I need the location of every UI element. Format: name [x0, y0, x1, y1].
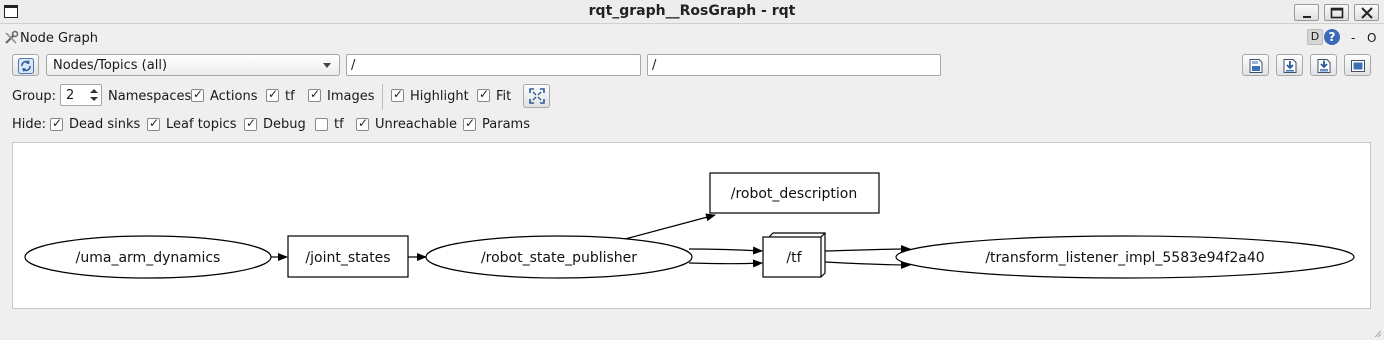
- exclude-filter-input[interactable]: /: [647, 54, 941, 76]
- topic-joint-states[interactable]: /joint_states: [287, 235, 409, 278]
- graph-mode-value: Nodes/Topics (all): [53, 58, 168, 73]
- tf-group-label: tf: [285, 89, 295, 104]
- checkmark-icon: ✓: [479, 87, 490, 101]
- maximize-button[interactable]: [1324, 4, 1349, 21]
- checkmark-icon: ✓: [52, 116, 63, 130]
- fit-in-view-button[interactable]: [523, 84, 550, 108]
- topic-tf[interactable]: /tf: [762, 232, 826, 278]
- node-robot-state-publisher[interactable]: /robot_state_publisher: [425, 235, 693, 279]
- unreachable-label: Unreachable: [375, 117, 457, 132]
- save-dot-button[interactable]: [1276, 54, 1303, 76]
- save-svg-button[interactable]: [1310, 54, 1337, 76]
- checkmark-icon: ✓: [310, 87, 321, 101]
- debug-checkbox[interactable]: ✓: [244, 116, 257, 131]
- plugin-header: Node Graph D ? - O: [0, 28, 1384, 48]
- params-label: Params: [482, 117, 530, 132]
- refresh-button[interactable]: [12, 54, 39, 76]
- graph-options-row: Group: 2 Namespaces ✓ Actions ✓ tf ✓ Ima…: [0, 84, 1384, 110]
- minimize-icon: [1303, 16, 1311, 18]
- group-depth-value: 2: [66, 88, 75, 103]
- maximize-icon: [1330, 7, 1344, 19]
- images-checkbox[interactable]: ✓: [308, 87, 321, 102]
- checkmark-icon: ✓: [193, 87, 204, 101]
- topic-label: /tf: [786, 250, 802, 266]
- close-window-button[interactable]: [1354, 4, 1379, 21]
- actions-checkbox[interactable]: ✓: [191, 87, 204, 102]
- checkmark-icon: ✓: [246, 116, 257, 130]
- group-label: Group:: [12, 89, 56, 104]
- leaf-topics-label: Leaf topics: [166, 117, 237, 132]
- highlight-label: Highlight: [410, 89, 469, 104]
- plugin-minimize-button[interactable]: -: [1351, 31, 1355, 45]
- edge-tf-to-listener-b: [824, 260, 911, 269]
- topic-label: /robot_description: [731, 186, 858, 202]
- topic-robot-description[interactable]: /robot_description: [709, 172, 880, 214]
- plugin-help-button[interactable]: ?: [1324, 29, 1340, 45]
- node-transform-listener[interactable]: /transform_listener_impl_5583e94f2a40: [895, 235, 1355, 279]
- namespaces-label: Namespaces: [108, 89, 192, 104]
- fit-in-view-icon: [529, 88, 545, 104]
- plugin-title: Node Graph: [20, 31, 98, 46]
- save-dot-icon: [1283, 59, 1297, 73]
- highlight-checkbox[interactable]: ✓: [391, 87, 404, 102]
- minimize-button[interactable]: [1294, 4, 1319, 21]
- group-depth-spinbox[interactable]: 2: [60, 84, 102, 106]
- edge-tf-to-listener-a: [824, 245, 911, 254]
- window-titlebar: rqt_graph__RosGraph - rqt: [0, 0, 1384, 24]
- hide-tf-label: tf: [334, 117, 344, 132]
- images-label: Images: [327, 89, 375, 104]
- include-filter-input[interactable]: /: [346, 54, 641, 76]
- window-title: rqt_graph__RosGraph - rqt: [588, 3, 796, 19]
- tf-group-checkbox[interactable]: ✓: [266, 87, 279, 102]
- hide-label: Hide:: [12, 117, 47, 132]
- hide-tf-checkbox[interactable]: [315, 118, 328, 131]
- graph-canvas[interactable]: /uma_arm_dynamics /joint_states /robot_s…: [12, 142, 1371, 309]
- screenshot-button[interactable]: [1344, 54, 1371, 76]
- edge-rsp-to-tf-b: [688, 259, 763, 268]
- node-label: /robot_state_publisher: [481, 250, 637, 266]
- dead-sinks-checkbox[interactable]: ✓: [50, 116, 63, 131]
- load-dot-icon: [1249, 59, 1263, 73]
- plugin-close-button[interactable]: O: [1367, 31, 1376, 45]
- save-svg-icon: [1317, 59, 1331, 73]
- options-separator: [382, 84, 383, 110]
- checkmark-icon: ✓: [393, 87, 404, 101]
- load-dot-button[interactable]: [1242, 54, 1269, 76]
- edge-rsp-to-robot-description: [624, 213, 716, 240]
- tools-icon: [5, 30, 19, 44]
- screenshot-icon: [1351, 60, 1365, 72]
- leaf-topics-checkbox[interactable]: ✓: [147, 116, 160, 131]
- hide-options-row: Hide: ✓ Dead sinks ✓ Leaf topics ✓ Debug…: [0, 114, 1384, 136]
- resize-grip-icon[interactable]: [1372, 328, 1382, 338]
- checkmark-icon: ✓: [149, 116, 160, 130]
- params-checkbox[interactable]: ✓: [463, 116, 476, 131]
- topic-label: /joint_states: [305, 250, 390, 266]
- actions-label: Actions: [210, 89, 258, 104]
- unreachable-checkbox[interactable]: ✓: [356, 116, 369, 131]
- graph-toolbar: Nodes/Topics (all) / /: [0, 54, 1384, 78]
- checkmark-icon: ✓: [268, 87, 279, 101]
- node-label: /transform_listener_impl_5583e94f2a40: [985, 250, 1264, 266]
- fit-checkbox[interactable]: ✓: [477, 87, 490, 102]
- checkmark-icon: ✓: [465, 116, 476, 130]
- graph-mode-select[interactable]: Nodes/Topics (all): [46, 54, 340, 76]
- close-icon: [1361, 7, 1373, 19]
- fit-label: Fit: [496, 89, 512, 104]
- spin-arrows-icon[interactable]: [89, 87, 99, 103]
- refresh-icon: [18, 58, 34, 74]
- edge-rsp-to-tf-a: [688, 246, 763, 255]
- chevron-down-icon: [323, 63, 331, 68]
- debug-label: Debug: [263, 117, 306, 132]
- checkmark-icon: ✓: [358, 116, 369, 130]
- node-label: /uma_arm_dynamics: [76, 250, 221, 266]
- dead-sinks-label: Dead sinks: [69, 117, 141, 132]
- node-uma-arm-dynamics[interactable]: /uma_arm_dynamics: [24, 235, 272, 279]
- plugin-dock-button[interactable]: D: [1307, 29, 1323, 45]
- ros-graph: /uma_arm_dynamics /joint_states /robot_s…: [24, 172, 1355, 279]
